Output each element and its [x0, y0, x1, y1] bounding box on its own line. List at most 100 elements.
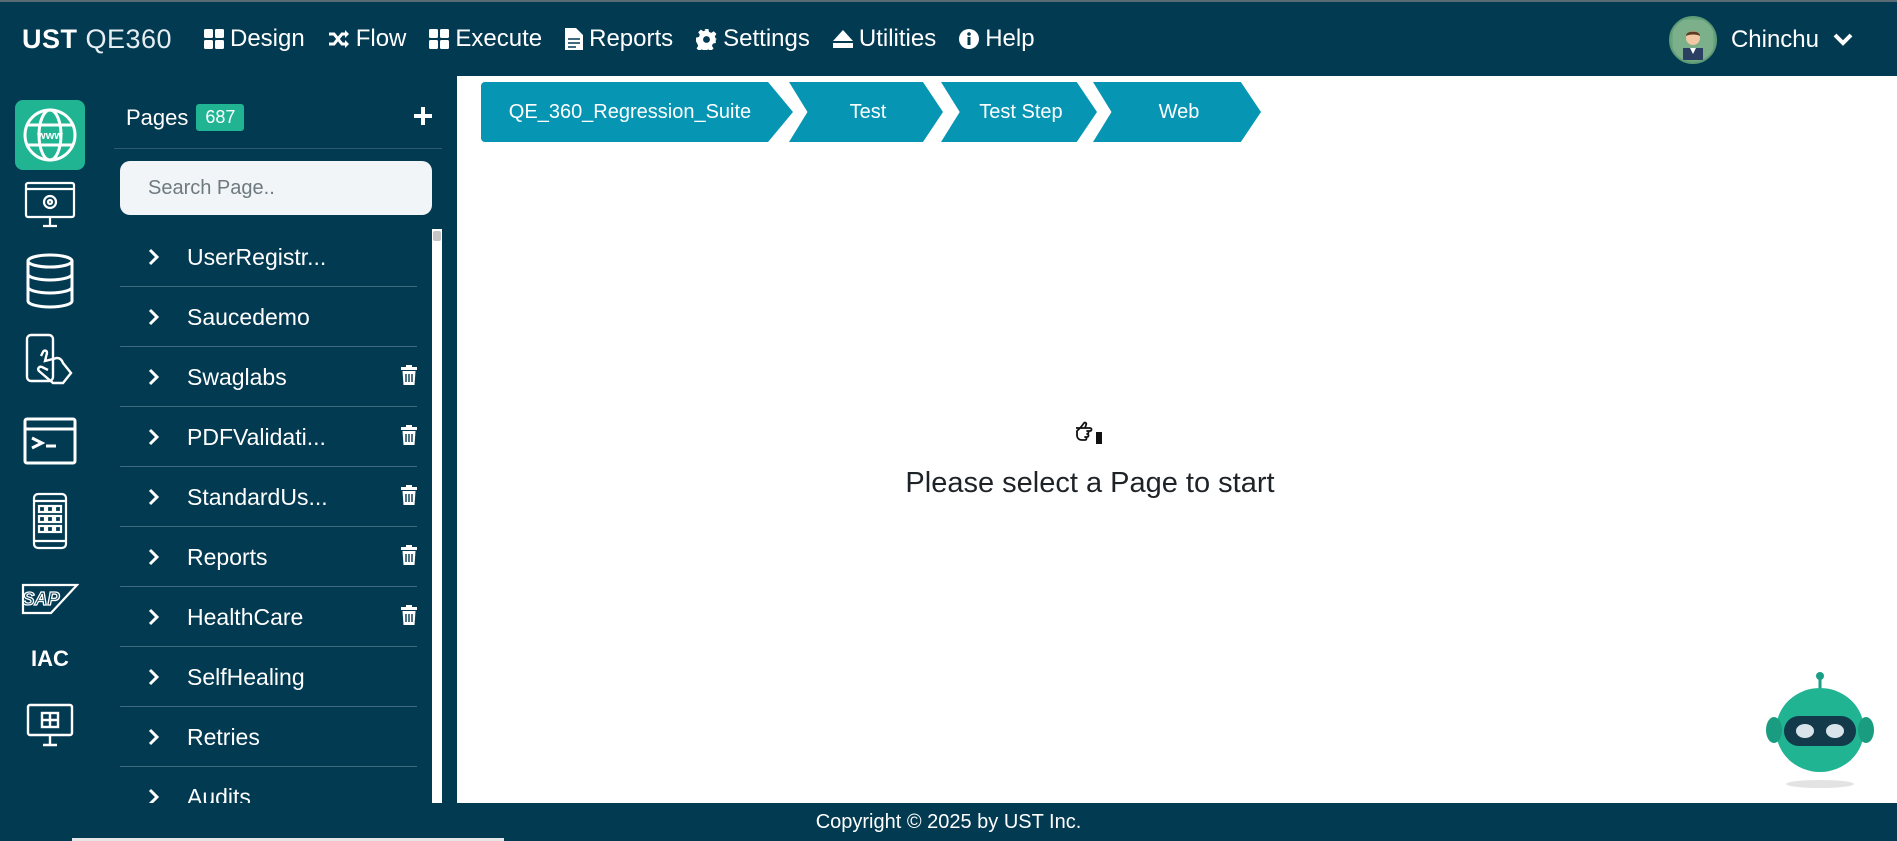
search-input[interactable]	[120, 161, 432, 215]
chevron-right-icon	[148, 548, 160, 566]
brand-bold: UST	[22, 24, 78, 54]
pages-panel: Pages 687 UserRegistr... Saucedemo Swagl…	[100, 76, 457, 810]
nav-label: Help	[985, 25, 1035, 52]
chevron-right-icon	[148, 308, 160, 326]
trash-icon[interactable]	[401, 425, 417, 445]
breadcrumb-test[interactable]: Test	[789, 82, 943, 142]
iac-icon: IAC	[31, 646, 69, 671]
nav-help[interactable]: Help	[959, 22, 1035, 56]
rail-mobile-apps[interactable]	[15, 486, 85, 556]
breadcrumb-label: Test	[849, 100, 887, 123]
nav-settings[interactable]: Settings	[696, 22, 810, 56]
rail-iac[interactable]: IAC	[15, 624, 85, 694]
chevron-right-icon	[148, 488, 160, 506]
plus-icon	[414, 107, 432, 125]
rail-database[interactable]	[15, 246, 85, 316]
trash-icon[interactable]	[401, 365, 417, 385]
breadcrumb-test-step[interactable]: Test Step	[941, 82, 1097, 142]
user-name: Chinchu	[1730, 26, 1819, 53]
desktop-settings-icon	[24, 181, 76, 228]
brand-light: QE360	[85, 24, 173, 54]
mobile-touch-icon	[25, 333, 73, 385]
user-avatar-icon	[1672, 20, 1713, 60]
user-menu[interactable]: Chinchu	[1668, 16, 1853, 64]
list-item-label: PDFValidati...	[187, 424, 326, 450]
empty-state-message: Please select a Page to start	[905, 467, 1275, 499]
top-navbar: UST QE360 Design Flow Execute Reports Se…	[0, 0, 1897, 76]
chatbot-icon[interactable]	[1760, 672, 1880, 790]
nav-design[interactable]: Design	[204, 22, 305, 56]
eject-icon	[832, 30, 853, 48]
list-item-label: Retries	[187, 724, 260, 750]
list-item[interactable]: HealthCare	[120, 587, 417, 647]
scrollbar-thumb[interactable]	[433, 231, 441, 241]
list-item-label: Saucedemo	[187, 304, 310, 330]
nav-label: Reports	[589, 25, 674, 52]
nav-execute[interactable]: Execute	[429, 22, 542, 56]
chevron-right-icon	[148, 248, 160, 266]
list-item[interactable]: Reports	[120, 527, 417, 587]
grid-icon	[204, 29, 224, 49]
nav-flow[interactable]: Flow	[328, 22, 407, 56]
info-icon	[959, 29, 980, 49]
panel-title: Pages	[126, 104, 189, 130]
list-item-label: Swaglabs	[187, 364, 287, 390]
page-count-badge: 687	[196, 104, 245, 131]
rail-desktop[interactable]	[15, 170, 85, 240]
list-item[interactable]: Saucedemo	[120, 287, 417, 347]
list-item[interactable]: PDFValidati...	[120, 407, 417, 467]
svg-text:SAP: SAP	[22, 589, 60, 609]
list-item[interactable]: SelfHealing	[120, 647, 417, 707]
main-content: QE_360_Regression_Suite Test Test Step W…	[457, 76, 1897, 803]
grid-icon	[429, 29, 450, 49]
shuffle-icon	[328, 30, 349, 48]
nav-utilities[interactable]: Utilities	[832, 22, 936, 56]
list-item[interactable]: StandardUs...	[120, 467, 417, 527]
copyright-text: Copyright © 2025 by UST Inc.	[815, 811, 1082, 833]
rail-mobile-touch[interactable]	[15, 326, 85, 396]
chevron-right-icon	[148, 368, 160, 386]
avatar	[1668, 16, 1717, 64]
nav-label: Settings	[723, 25, 810, 52]
trash-icon[interactable]	[401, 485, 417, 505]
rail-web[interactable]: www	[15, 100, 85, 170]
list-item-label: Reports	[187, 544, 268, 570]
panel-scrollbar[interactable]	[432, 229, 442, 803]
breadcrumb-suite[interactable]: QE_360_Regression_Suite	[481, 82, 793, 142]
terminal-icon	[23, 417, 77, 465]
rail-terminal[interactable]	[15, 406, 85, 476]
trash-icon[interactable]	[401, 545, 417, 565]
chevron-right-icon	[148, 428, 160, 446]
module-rail: www SAP IAC	[0, 76, 100, 803]
divider	[114, 148, 442, 149]
document-icon	[565, 28, 584, 50]
trash-icon[interactable]	[401, 605, 417, 625]
pages-list: UserRegistr... Saucedemo Swaglabs PDFVal…	[120, 227, 417, 826]
sap-icon: SAP	[22, 583, 79, 615]
chevron-right-icon	[148, 608, 160, 626]
breadcrumb-label: Web	[1158, 100, 1200, 123]
empty-state: Please select a Page to start	[457, 420, 1723, 500]
breadcrumb-web[interactable]: Web	[1093, 82, 1261, 142]
chevron-right-icon	[148, 668, 160, 686]
svg-text:IAC: IAC	[31, 646, 69, 671]
gear-icon	[696, 28, 718, 50]
list-item[interactable]: Retries	[120, 707, 417, 767]
footer: Copyright © 2025 by UST Inc.	[0, 803, 1897, 841]
pointing-hand-icon	[1076, 421, 1102, 444]
nav-label: Design	[230, 25, 305, 52]
list-item-label: UserRegistr...	[187, 244, 327, 270]
nav-reports[interactable]: Reports	[565, 22, 673, 56]
nav-label: Flow	[355, 25, 407, 52]
list-item[interactable]: UserRegistr...	[120, 227, 417, 287]
add-page-button[interactable]	[413, 102, 433, 132]
monitor-windows-icon	[26, 703, 74, 747]
database-icon	[26, 253, 74, 309]
list-item[interactable]: Swaglabs	[120, 347, 417, 407]
mobile-apps-icon	[32, 492, 68, 550]
rail-monitor[interactable]	[15, 690, 85, 760]
chevron-down-icon	[1833, 33, 1853, 46]
chevron-right-icon	[148, 728, 160, 746]
web-globe-icon: www	[23, 108, 77, 162]
brand-logo[interactable]: UST QE360	[22, 24, 172, 55]
